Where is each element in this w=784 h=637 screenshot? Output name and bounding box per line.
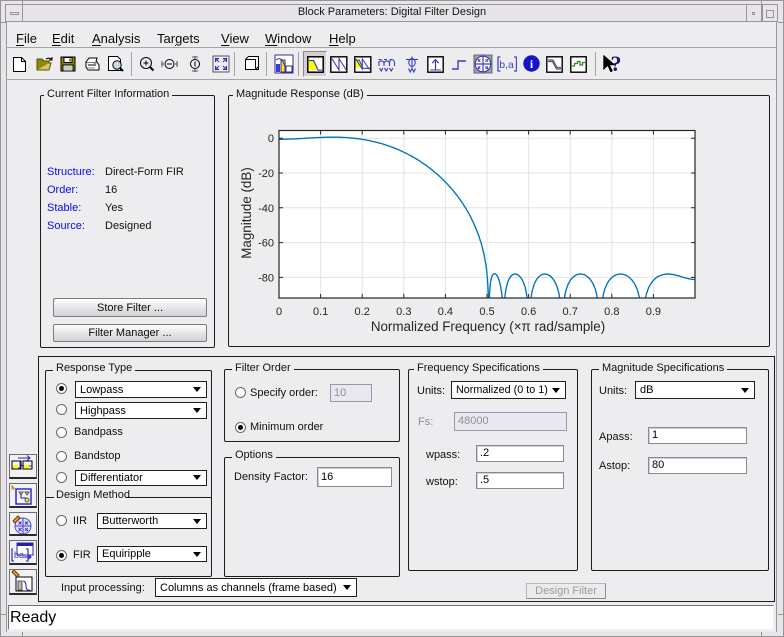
svg-text:0: 0 <box>276 306 282 318</box>
svg-text:-20: -20 <box>258 168 274 180</box>
svg-text:0.7: 0.7 <box>563 306 578 318</box>
svg-text:Normalized Frequency (×π rad/s: Normalized Frequency (×π rad/sample) <box>371 319 605 334</box>
svg-text:-40: -40 <box>258 203 274 215</box>
svg-text:0.3: 0.3 <box>396 306 411 318</box>
svg-text:0.5: 0.5 <box>479 306 494 318</box>
svg-text:0.2: 0.2 <box>355 306 370 318</box>
svg-text:ba: ba <box>14 550 24 560</box>
svg-text:0.1: 0.1 <box>313 306 328 318</box>
svg-text:-80: -80 <box>258 272 274 284</box>
svg-text:0.9: 0.9 <box>646 306 661 318</box>
svg-text:0.4: 0.4 <box>438 306 453 318</box>
svg-text:0.6: 0.6 <box>521 306 536 318</box>
svg-text:0: 0 <box>268 133 274 145</box>
svg-text:-60: -60 <box>258 238 274 250</box>
svg-text:0.8: 0.8 <box>604 306 619 318</box>
svg-text:Magnitude (dB): Magnitude (dB) <box>239 167 254 259</box>
